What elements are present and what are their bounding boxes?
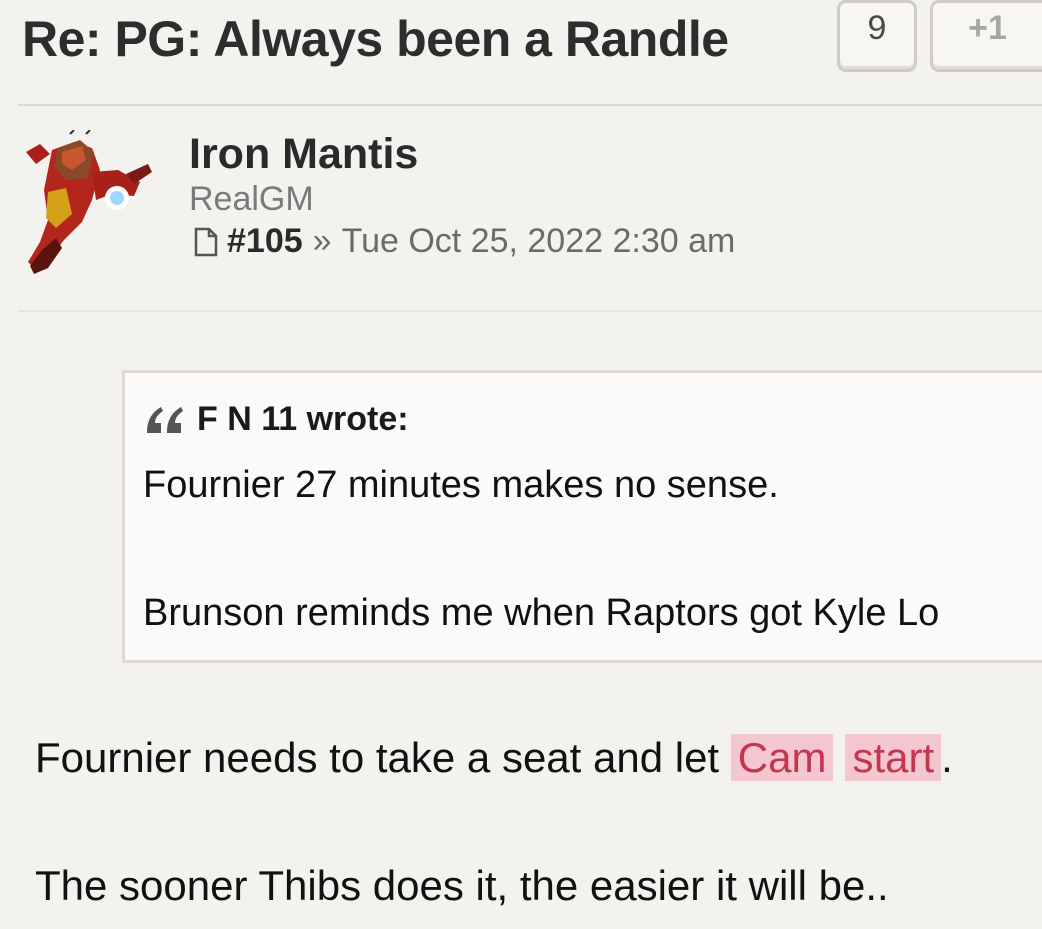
post-text: Fournier needs to take a seat and let bbox=[35, 734, 731, 781]
header-divider bbox=[18, 104, 1042, 106]
quote-line: Fournier 27 minutes makes no sense. bbox=[143, 464, 779, 506]
post-divider bbox=[18, 310, 1042, 312]
highlight-word: start bbox=[845, 734, 942, 781]
post-number-link[interactable]: #105 bbox=[227, 222, 303, 261]
reply-count-button[interactable]: 9 bbox=[837, 0, 917, 72]
author-name-link[interactable]: Iron Mantis bbox=[189, 130, 418, 179]
quote-icon bbox=[147, 406, 183, 433]
quote-line: Brunson reminds me when Raptors got Kyle… bbox=[143, 592, 940, 634]
post-body-line: Fournier needs to take a seat and let Ca… bbox=[35, 734, 953, 782]
post-body-line: The sooner Thibs does it, the easier it … bbox=[35, 862, 889, 909]
avatar-figure bbox=[26, 130, 152, 274]
highlight-word: Cam bbox=[730, 734, 834, 781]
meta-separator: » bbox=[312, 222, 332, 260]
document-icon[interactable] bbox=[193, 227, 219, 257]
post-title: Re: PG: Always been a Randle bbox=[22, 11, 729, 67]
post-text: . bbox=[941, 734, 953, 781]
avatar[interactable] bbox=[22, 130, 154, 275]
quote-header: F N 11 wrote: bbox=[145, 400, 409, 439]
quote-author: F N 11 wrote: bbox=[197, 400, 409, 438]
author-rank: RealGM bbox=[189, 180, 314, 218]
post-date: Tue Oct 25, 2022 2:30 am bbox=[341, 222, 736, 260]
post-meta: #105 » Tue Oct 25, 2022 2:30 am bbox=[193, 222, 735, 261]
plus-one-button[interactable]: +1 bbox=[930, 0, 1042, 72]
